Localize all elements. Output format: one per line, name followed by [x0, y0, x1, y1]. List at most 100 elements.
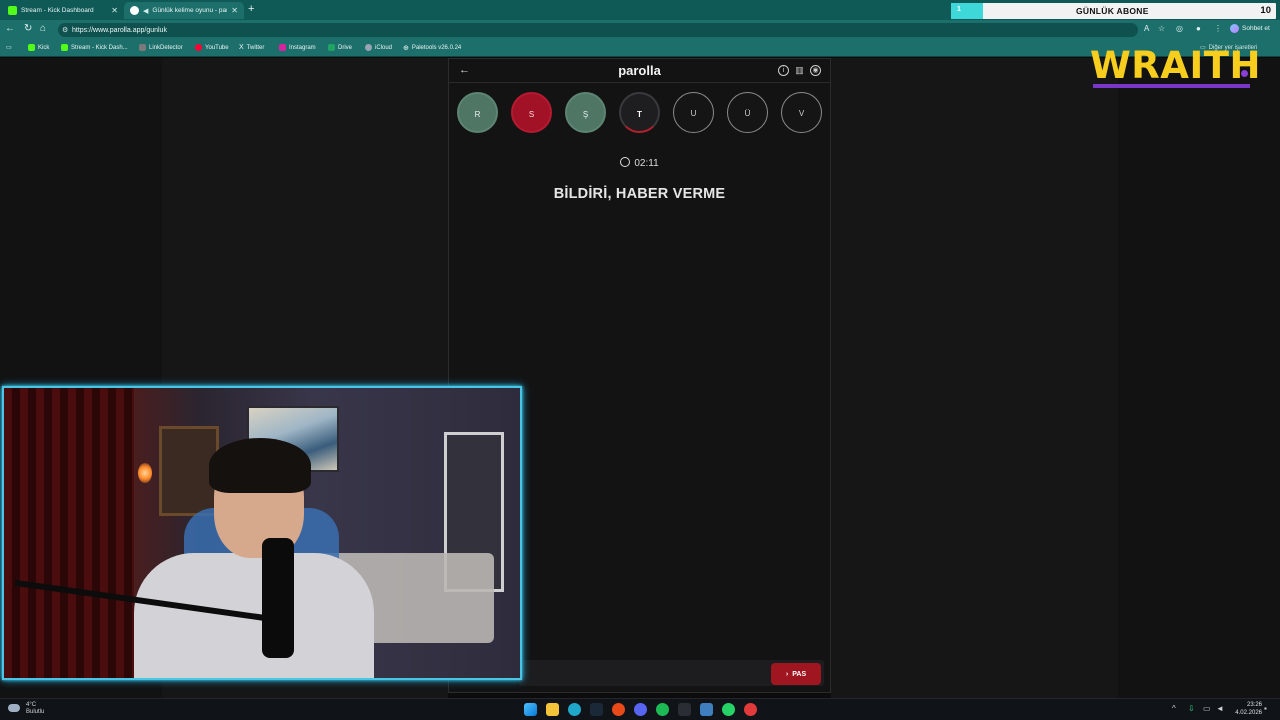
bookmark-label: Instagram [289, 44, 316, 51]
webcam-feed [2, 386, 522, 680]
obs-icon[interactable] [744, 703, 757, 716]
bookmark-label: YouTube [205, 44, 229, 51]
chevron-right-icon: › [785, 670, 789, 678]
back-icon[interactable]: ← [5, 23, 15, 34]
download-icon[interactable]: ⇩ [1188, 704, 1195, 713]
system-clock[interactable]: 23:26 4.02.2026 [1232, 701, 1262, 717]
extensions-icon[interactable]: ◎ [1176, 24, 1183, 33]
display-icon[interactable]: ▭ [1203, 704, 1211, 713]
youtube-icon [195, 44, 202, 51]
app-header: ← parolla i ▥ ◉ [449, 59, 830, 83]
link-icon [139, 44, 146, 51]
bookmark-label: Drive [338, 44, 353, 51]
bookmark-drive[interactable]: Drive [328, 44, 352, 51]
letter-t: T [619, 92, 660, 133]
question-text: BİLDİRİ, HABER VERME [553, 186, 726, 202]
tab-title: Stream - Kick Dashboard [21, 7, 94, 14]
site-info-icon[interactable]: ⚙ [62, 26, 68, 34]
letter-v: V [781, 92, 822, 133]
letter-sh: Ş [565, 92, 606, 133]
speaker-icon[interactable]: ◀ [143, 7, 148, 15]
clock-time: 23:26 [1246, 702, 1262, 708]
sub-goal-target: 10 [1260, 5, 1271, 16]
bookmark-instagram[interactable]: Instagram [279, 44, 316, 51]
profile-icon[interactable]: ◉ [810, 65, 821, 76]
bookmark-paletools[interactable]: ⊕ Paletools v26.0.24 [403, 44, 461, 52]
bookmark-kick[interactable]: Kick [28, 44, 49, 51]
close-tab-icon[interactable]: ✕ [231, 6, 238, 15]
tab-kick-dashboard[interactable]: Stream - Kick Dashboard ✕ [2, 2, 124, 19]
microphone [262, 538, 294, 658]
chat-button-label: Sohbet et [1242, 25, 1270, 32]
drive-icon [328, 44, 335, 51]
letter-r: R [457, 92, 498, 133]
globe-icon: ⊕ [403, 45, 409, 52]
bookmarks-bar: ▭ Kick Stream - Kick Dash... LinkDetecto… [0, 40, 1280, 57]
chat-button[interactable]: Sohbet et [1230, 24, 1270, 33]
network-tool-icon[interactable] [700, 703, 713, 716]
icloud-icon [365, 44, 372, 51]
url-text: https://www.parolla.app/gunluk [72, 26, 167, 34]
streamer-logo: WRAITH [1090, 44, 1261, 87]
browser-icon[interactable] [612, 703, 625, 716]
profile-avatar[interactable]: ● [1196, 24, 1201, 33]
sub-goal-fill: 1 [951, 3, 983, 19]
bookmark-youtube[interactable]: YouTube [195, 44, 229, 51]
logo-dot [1241, 70, 1248, 77]
parolla-favicon-icon [130, 6, 139, 15]
close-tab-icon[interactable]: ✕ [111, 6, 118, 15]
bookmark-label: Kick [38, 44, 50, 51]
new-tab-button[interactable]: + [248, 3, 254, 15]
right-panel [831, 58, 1118, 698]
weather-desc: Bulutlu [26, 709, 45, 715]
sub-goal-label: GÜNLÜK ABONE [1076, 6, 1149, 16]
bookmark-linkdetector[interactable]: LinkDetector [139, 44, 183, 51]
file-explorer-icon[interactable] [546, 703, 559, 716]
star-icon[interactable]: ☆ [1158, 24, 1165, 33]
edge-icon[interactable] [568, 703, 581, 716]
copilot-icon [1230, 24, 1239, 33]
x-icon: X [239, 44, 244, 51]
timer: 02:11 [449, 157, 830, 169]
bookmark-label: Twitter [246, 44, 265, 51]
weather-text: 4°C Bulutlu [26, 702, 44, 716]
bookmarks-menu-icon[interactable]: ▭ [6, 44, 12, 51]
bookmark-label: LinkDetector [149, 44, 183, 51]
cloud-icon [8, 704, 20, 712]
stats-icon[interactable]: ▥ [794, 65, 805, 76]
right-margin [1118, 58, 1280, 698]
tray-chevron-icon[interactable]: ^ [1172, 704, 1176, 713]
bookmark-label: iCloud [375, 44, 393, 51]
taskbar: 4°C Bulutlu ^ ⇩ ▭ ◄ 23:26 4.02.2026 ▪ [0, 698, 1280, 720]
sub-goal-bar: 1 GÜNLÜK ABONE 10 [951, 3, 1276, 19]
curtain [4, 388, 134, 678]
windows-start-icon[interactable] [524, 703, 537, 716]
pass-button[interactable]: › PAS [771, 663, 821, 685]
reload-icon[interactable]: ↻ [24, 23, 32, 34]
spotify-icon[interactable] [656, 703, 669, 716]
discord-icon[interactable] [634, 703, 647, 716]
volume-icon[interactable]: ◄ [1216, 704, 1224, 713]
bookmark-twitter[interactable]: X Twitter [239, 44, 264, 51]
address-bar-row: ← ↻ ⌂ ⚙ https://www.parolla.app/gunluk A… [0, 20, 1280, 40]
home-icon[interactable]: ⌂ [40, 23, 46, 34]
url-input[interactable]: ⚙ https://www.parolla.app/gunluk [58, 23, 1138, 37]
notification-icon[interactable]: ▪ [1264, 704, 1267, 713]
bookmark-kick-dashboard[interactable]: Stream - Kick Dash... [61, 44, 128, 51]
tab-parolla[interactable]: ◀ Günlük kelime oyunu - parolla ✕ [124, 2, 244, 19]
menu-icon[interactable]: ⋮ [1214, 24, 1222, 33]
whatsapp-icon[interactable] [722, 703, 735, 716]
kick-icon [61, 44, 68, 51]
translate-icon[interactable]: A [1144, 24, 1149, 33]
info-icon[interactable]: i [778, 65, 789, 76]
pass-button-label: PAS [792, 670, 807, 678]
person-hair [209, 438, 311, 493]
terminal-icon[interactable] [678, 703, 691, 716]
screen: Stream - Kick Dashboard ✕ ◀ Günlük kelim… [0, 0, 1280, 720]
bookmark-icloud[interactable]: iCloud [365, 44, 392, 51]
bookmark-label: Stream - Kick Dash... [71, 44, 128, 51]
bookmark-label: Paletools v26.0.24 [411, 45, 462, 51]
steam-icon[interactable] [590, 703, 603, 716]
letter-ue: Ü [727, 92, 768, 133]
instagram-icon [279, 44, 286, 51]
